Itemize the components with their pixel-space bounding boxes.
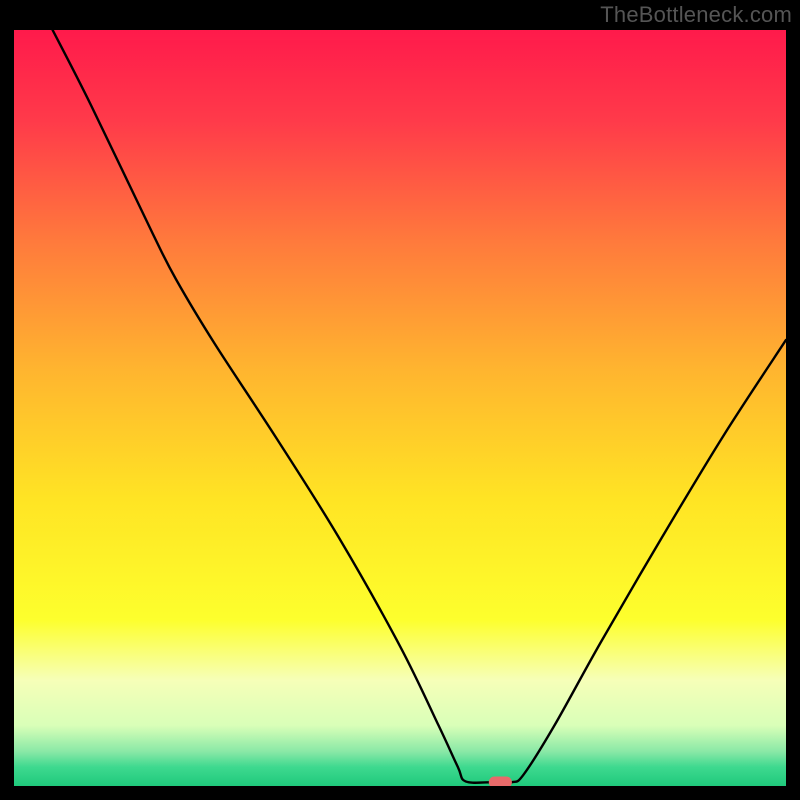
optimal-point-marker bbox=[489, 777, 512, 786]
watermark-text: TheBottleneck.com bbox=[600, 2, 792, 28]
plot-svg bbox=[14, 30, 786, 786]
gradient-background bbox=[14, 30, 786, 786]
chart-frame: TheBottleneck.com bbox=[0, 0, 800, 800]
plot-area bbox=[14, 30, 786, 786]
